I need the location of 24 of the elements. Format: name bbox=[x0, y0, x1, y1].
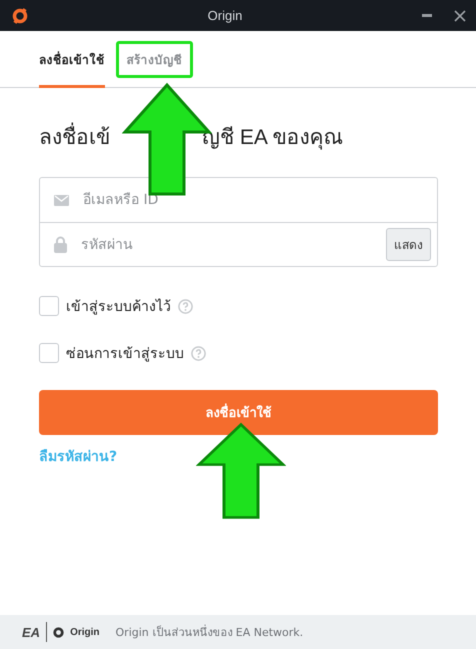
show-password-button[interactable]: แสดง bbox=[386, 228, 431, 261]
origin-logo-icon bbox=[12, 8, 28, 24]
heading: ลงชื่อเข้ bbox=[39, 120, 110, 153]
origin-logo-icon bbox=[53, 626, 64, 638]
window-title: Origin bbox=[208, 8, 242, 23]
sign-in-button[interactable]: ลงชื่อเข้าใช้ bbox=[39, 390, 438, 435]
tab[interactable]: ลงชื่อเข้าใช้ bbox=[39, 31, 104, 88]
checkbox[interactable] bbox=[39, 343, 59, 363]
ea-logo: EA bbox=[22, 624, 40, 640]
minimize-icon[interactable] bbox=[422, 14, 432, 18]
heading: ญชี EA ของคุณ bbox=[202, 125, 343, 152]
checkbox-label: ซ่อนการเข้าสู่ระบบ bbox=[66, 345, 184, 364]
footer-text: Origin เป็นส่วนหนึ่งของ EA Network. bbox=[116, 624, 304, 641]
close-icon[interactable] bbox=[454, 10, 466, 22]
forgot-password-link[interactable]: ลืมรหัสผ่าน? bbox=[39, 445, 118, 467]
checkbox[interactable] bbox=[39, 296, 59, 316]
up-arrow-icon bbox=[196, 422, 286, 520]
envelope-icon bbox=[54, 194, 69, 206]
help-icon[interactable] bbox=[178, 298, 193, 314]
checkbox-label: เข้าสู่ระบบค้างไว้ bbox=[66, 298, 171, 317]
tab[interactable]: สร้างบัญชี bbox=[126, 31, 182, 88]
help-icon[interactable] bbox=[191, 346, 206, 360]
origin-logo: Origin bbox=[70, 626, 100, 638]
lock-icon bbox=[54, 236, 67, 253]
